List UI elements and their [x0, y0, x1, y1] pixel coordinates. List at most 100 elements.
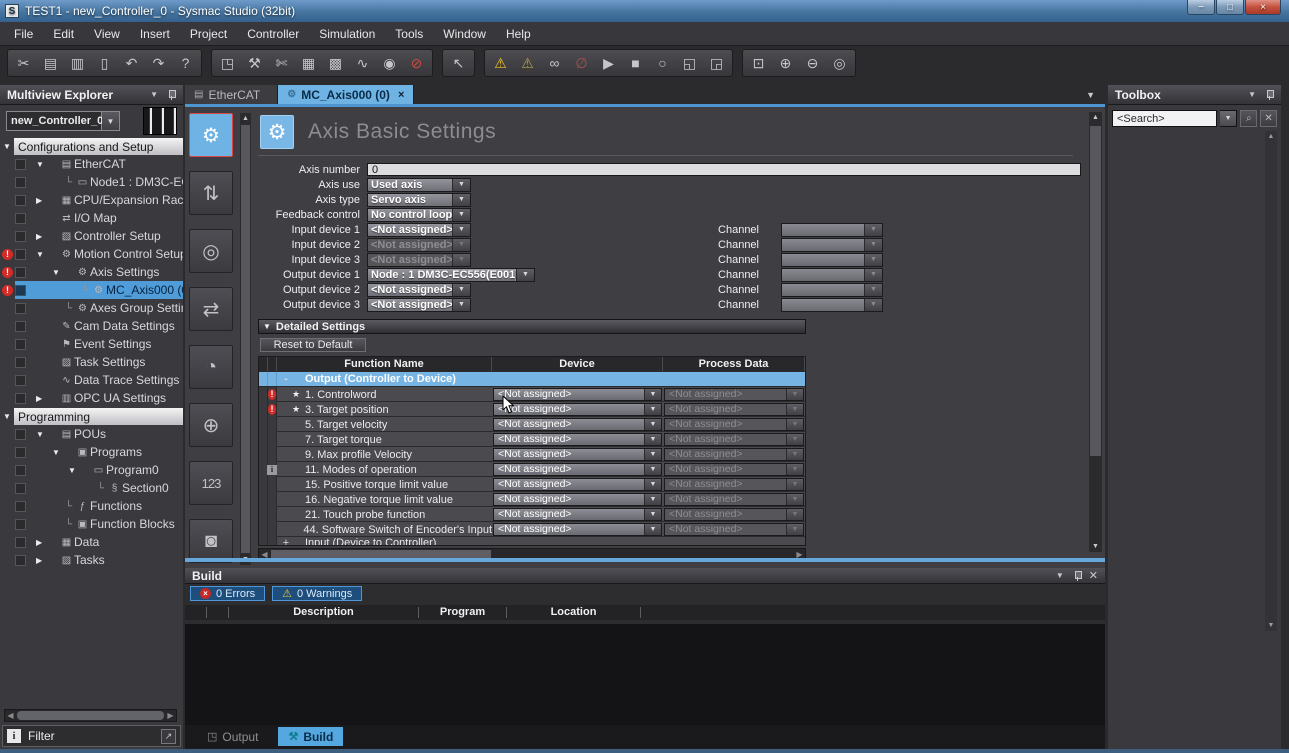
- toolbar-button[interactable]: ⚒: [241, 51, 268, 75]
- table-row[interactable]: ! 16. Negative torque limit value <Not: [259, 491, 805, 506]
- close-button[interactable]: ×: [1245, 0, 1281, 15]
- tree-item[interactable]: ! ⇄ I/O Map: [0, 209, 183, 227]
- document-tab[interactable]: ▤ EtherCAT: [185, 85, 278, 104]
- tree-checkbox[interactable]: [15, 429, 26, 440]
- device-dropdown[interactable]: <Not assigned> ▼: [493, 448, 662, 461]
- errors-toggle[interactable]: × 0 Errors: [190, 586, 265, 601]
- tree-item[interactable]: ! ▼ ▤ POUs: [0, 425, 183, 443]
- tree-item[interactable]: ! ▨ Task Settings: [0, 353, 183, 371]
- menu-item[interactable]: Simulation: [309, 23, 385, 45]
- expander-icon[interactable]: ▼: [36, 430, 49, 439]
- device-dropdown[interactable]: <Not assigned> ▼: [493, 418, 662, 431]
- controller-select[interactable]: new_Controller_0: [6, 111, 102, 131]
- device-dropdown[interactable]: <Not assigned> ▼: [493, 388, 662, 401]
- tree-checkbox[interactable]: [15, 159, 26, 170]
- tree-item[interactable]: ! ⚑ Event Settings: [0, 335, 183, 353]
- tree-checkbox[interactable]: [15, 177, 26, 188]
- tree-item[interactable]: ! └ ƒ Functions: [0, 497, 183, 515]
- device-dropdown[interactable]: <Not assigned> ▼: [493, 493, 662, 506]
- tree-checkbox[interactable]: [15, 303, 26, 314]
- menu-item[interactable]: Edit: [43, 23, 84, 45]
- toolbar-button[interactable]: ▦: [295, 51, 322, 75]
- settings-category-button[interactable]: ⚙: [189, 113, 233, 157]
- tree-item[interactable]: ! ▼ ▤ EtherCAT: [0, 155, 183, 173]
- form-dropdown[interactable]: No control loop ▼: [367, 208, 471, 222]
- settings-category-button[interactable]: ⇄: [189, 287, 233, 331]
- process-data-dropdown[interactable]: <Not assigned> ▼: [664, 418, 804, 431]
- document-tab[interactable]: ⚙ MC_Axis000 (0) ×: [278, 85, 414, 104]
- expander-icon[interactable]: ▼: [52, 448, 65, 457]
- pin-icon[interactable]: [1073, 570, 1082, 582]
- settings-category-button[interactable]: ◔: [189, 345, 233, 389]
- channel-dropdown[interactable]: ▼: [781, 253, 883, 267]
- tree-item[interactable]: ! ▶ ▦ CPU/Expansion Racks: [0, 191, 183, 209]
- toolbar-button[interactable]: ✄: [268, 51, 295, 75]
- toolbar-button[interactable]: ∿: [349, 51, 376, 75]
- scrollbar-thumb[interactable]: [271, 550, 491, 558]
- settings-category-button[interactable]: ◎: [189, 229, 233, 273]
- scrollbar-thumb[interactable]: [17, 711, 164, 720]
- tree-checkbox[interactable]: [15, 231, 26, 242]
- close-panel-icon[interactable]: ✕: [1089, 569, 1098, 582]
- expander-icon[interactable]: ▼: [36, 160, 49, 169]
- settings-category-button[interactable]: ⇅: [189, 171, 233, 215]
- scroll-left-icon[interactable]: ◀: [5, 711, 16, 720]
- scrollbar-thumb[interactable]: [241, 125, 250, 553]
- table-row[interactable]: ! i 11. Modes of operation <Not assigne: [259, 461, 805, 476]
- collapse-icon[interactable]: ▼: [263, 322, 271, 331]
- tree-checkbox[interactable]: [15, 339, 26, 350]
- tree-item[interactable]: ! ▼ ▣ Programs: [0, 443, 183, 461]
- section-configurations[interactable]: ▼ Configurations and Setup: [0, 138, 183, 155]
- table-row[interactable]: ! 21. Touch probe function <Not assign: [259, 506, 805, 521]
- menu-item[interactable]: Tools: [385, 23, 433, 45]
- minimize-button[interactable]: −: [1187, 0, 1215, 15]
- toolbar-button[interactable]: ⚠: [487, 51, 514, 75]
- tree-item[interactable]: ! ✎ Cam Data Settings: [0, 317, 183, 335]
- tree-item[interactable]: ! ▶ ▥ OPC UA Settings: [0, 389, 183, 407]
- scroll-down-icon[interactable]: ▼: [1265, 622, 1277, 629]
- form-dropdown[interactable]: <Not assigned> ▼: [367, 253, 471, 267]
- process-data-dropdown[interactable]: <Not assigned> ▼: [664, 388, 804, 401]
- tree-checkbox[interactable]: [15, 375, 26, 386]
- tree-item[interactable]: ! └ ▣ Function Blocks: [0, 515, 183, 533]
- menu-item[interactable]: Window: [433, 23, 496, 45]
- process-data-dropdown[interactable]: <Not assigned> ▼: [664, 463, 804, 476]
- tree-item[interactable]: ! ▶ ▦ Data: [0, 533, 183, 551]
- explorer-horizontal-scrollbar[interactable]: ◀ ▶: [4, 709, 177, 722]
- toolbar-button[interactable]: ○: [649, 51, 676, 75]
- panel-menu-icon[interactable]: ▼: [150, 90, 158, 99]
- pin-icon[interactable]: [167, 89, 176, 101]
- tree-checkbox[interactable]: [15, 465, 26, 476]
- chevron-down-icon[interactable]: ▼: [1220, 110, 1238, 127]
- scroll-up-icon[interactable]: ▲: [1265, 133, 1277, 140]
- tree-checkbox[interactable]: [15, 321, 26, 332]
- expander-icon[interactable]: ▶: [36, 196, 49, 205]
- toolbar-button[interactable]: ✂: [10, 51, 37, 75]
- section-expander-icon[interactable]: ▼: [0, 412, 14, 421]
- scroll-right-icon[interactable]: ▶: [165, 711, 176, 720]
- channel-dropdown[interactable]: ▼: [781, 268, 883, 282]
- channel-dropdown[interactable]: ▼: [781, 283, 883, 297]
- toolbar-button[interactable]: ∅: [568, 51, 595, 75]
- toolbar-button[interactable]: ▥: [64, 51, 91, 75]
- bottom-tab[interactable]: ⚒ Build: [278, 727, 343, 746]
- tree-item[interactable]: ! └ § Section0: [0, 479, 183, 497]
- toolbar-button[interactable]: ■: [622, 51, 649, 75]
- menu-item[interactable]: Insert: [130, 23, 180, 45]
- toolbar-button[interactable]: ▯: [91, 51, 118, 75]
- tree-item[interactable]: ! ▼ ▭ Program0: [0, 461, 183, 479]
- tab-list-dropdown-icon[interactable]: ▼: [1086, 90, 1095, 100]
- process-data-dropdown[interactable]: <Not assigned> ▼: [664, 508, 804, 521]
- tree-item[interactable]: ! ▼ ⚙ Motion Control Setup: [0, 245, 183, 263]
- toolbar-button[interactable]: ↷: [145, 51, 172, 75]
- tree-item[interactable]: ! └ ⚙ MC_Axis000 (0): [0, 281, 183, 299]
- toolbar-button[interactable]: ◱: [676, 51, 703, 75]
- toolbar-button[interactable]: ◎: [826, 51, 853, 75]
- build-results-list[interactable]: [185, 624, 1105, 725]
- tree-checkbox[interactable]: [15, 249, 26, 260]
- settings-category-button[interactable]: ⊕: [189, 403, 233, 447]
- table-row[interactable]: ! 7. Target torque <Not assigned>: [259, 431, 805, 446]
- expander-icon[interactable]: ▶: [36, 538, 49, 547]
- process-data-dropdown[interactable]: <Not assigned> ▼: [664, 433, 804, 446]
- panel-menu-icon[interactable]: ▼: [1056, 571, 1064, 580]
